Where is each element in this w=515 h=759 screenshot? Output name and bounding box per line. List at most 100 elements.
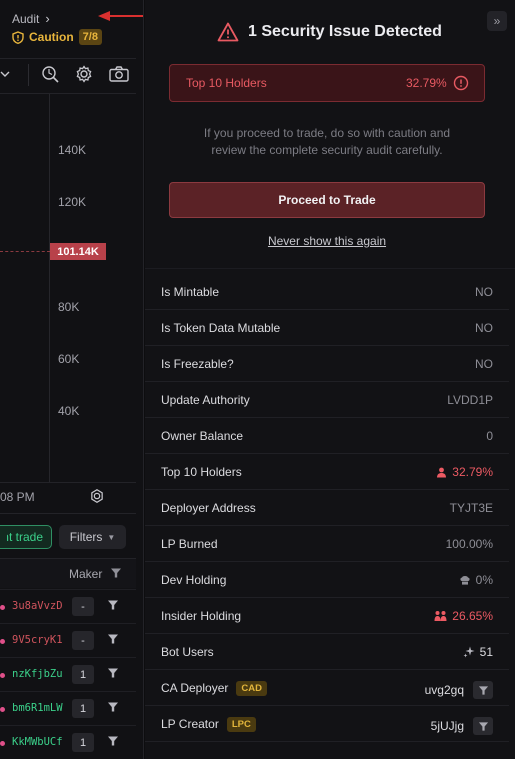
replay-search-icon[interactable] [41,65,59,83]
audit-row-value: 32.79% [436,465,493,479]
audit-row-label: Bot Users [161,645,214,659]
trade-warning-text: If you proceed to trade, do so with caut… [203,126,451,157]
trades-table-header: Maker [0,558,136,588]
red-arrow-annotation [98,11,143,21]
audit-row-ca-deployer: CA Deployer CAD uvg2gq [145,670,509,706]
price-line [0,251,50,252]
table-row[interactable]: 9V5cryK1 - [0,623,136,657]
audit-value-text[interactable]: 5jUJjg [431,719,464,733]
sell-indicator [0,673,5,678]
audit-value-text: NO [475,357,493,371]
table-row[interactable]: bm6R1mLW 1 [0,691,136,725]
sell-indicator [0,741,5,746]
cad-badge: CAD [236,681,267,696]
caution-status[interactable]: Caution 7/8 [12,29,102,45]
caution-score-badge: 7/8 [78,29,102,45]
axis-settings-icon[interactable] [89,488,105,504]
audit-label-text: CA Deployer [161,681,229,695]
audit-label: Audit [12,11,40,26]
filter-icon[interactable] [107,735,119,747]
security-alert-item: Top 10 Holders 32.79% [169,64,485,102]
audit-row-label: Top 10 Holders [161,465,242,479]
trade-count: - [72,631,94,650]
filters-button[interactable]: Filters ▼ [59,525,126,549]
table-row[interactable]: nzKfjbZu 1 [0,657,136,691]
audit-row-bot-users: Bot Users 51 [145,634,509,670]
double-chevron-right-icon: » [493,14,501,28]
audit-value-text: TYJT3E [449,501,493,515]
audit-row-deployer-address: Deployer Address TYJT3E [145,490,509,526]
audit-row-value: NO [475,357,493,371]
collapse-panel-button[interactable]: » [487,11,507,31]
maker-address[interactable]: 3u8aVvzD [12,600,63,612]
audit-row-value: NO [475,321,493,335]
audit-row-lp-burned: LP Burned 100.00% [145,526,509,562]
chef-hat-icon [460,575,470,585]
audit-row-dev-holding: Dev Holding 0% [145,562,509,598]
security-issue-title: 1 Security Issue Detected [248,23,442,40]
trade-count: 1 [72,699,94,718]
audit-row-value: 0% [459,573,493,587]
security-audit-panel: » 1 Security Issue Detected Top 10 Holde… [145,0,515,759]
table-row[interactable]: KkMWbUCf 1 [0,725,136,759]
maker-column-header: Maker [69,567,103,581]
chevron-right-icon: › [45,11,50,26]
divider [145,268,515,269]
audit-value-text[interactable]: uvg2gq [425,683,464,697]
audit-row-value: uvg2gq [425,681,493,699]
instant-trade-button[interactable]: Instant trade [0,525,52,549]
sparkle-icon [463,646,475,658]
audit-row-lp-creator: LP Creator LPC 5jUJjg [145,706,509,742]
gear-icon[interactable] [75,65,93,83]
audit-value-text: 51 [479,645,493,659]
audit-link[interactable]: Audit › [12,11,50,26]
filter-icon[interactable] [110,567,122,579]
audit-row-value[interactable]: TYJT3E [450,501,493,515]
trade-count: - [72,597,94,616]
filter-button[interactable] [473,681,493,699]
filter-icon[interactable] [107,701,119,713]
audit-row-freezable: Is Freezable? NO [145,346,509,382]
alert-item-label: Top 10 Holders [186,76,267,90]
audit-row-mintable: Is Mintable NO [145,274,509,310]
instant-trade-label: Instant trade [7,530,43,544]
sell-indicator [0,605,5,610]
maker-address[interactable]: KkMWbUCf [12,736,63,748]
audit-row-value[interactable]: LVDD1P [447,393,493,407]
audit-label-text: LP Creator [161,717,219,731]
audit-row-insider-holding: Insider Holding 26.65% [145,598,509,634]
table-row[interactable]: 3u8aVvzD - [0,589,136,623]
y-axis-tick: 120K [58,195,87,209]
insider-icon [434,611,447,621]
audit-row-token-data-mutable: Is Token Data Mutable NO [145,310,509,346]
filter-icon[interactable] [107,667,119,679]
audit-row-label: Is Mintable [161,285,220,299]
filter-button[interactable] [473,717,493,735]
never-show-again-label[interactable]: Never show this again [268,234,386,248]
price-axis-line [49,94,50,482]
divider [0,58,136,59]
audit-value-text: NO [475,321,493,335]
time-axis-label: 08 PM [0,490,35,504]
audit-row-owner-balance: Owner Balance 0 [145,418,509,454]
audit-row-value: NO [475,285,493,299]
audit-value-text: LVDD1P [447,393,493,407]
proceed-to-trade-button[interactable]: Proceed to Trade [169,182,485,218]
filter-icon [478,685,488,695]
chevron-down-icon[interactable] [0,70,10,78]
chart-panel: Audit › Caution 7/8 140K 120K 101.14K 80… [0,0,144,759]
user-icon [437,467,447,477]
filter-icon[interactable] [107,599,119,611]
maker-address[interactable]: bm6R1mLW [12,702,63,714]
warning-triangle-icon [217,22,239,42]
y-axis-tick: 60K [58,352,80,366]
security-issue-heading: 1 Security Issue Detected [217,22,442,42]
info-icon[interactable] [453,75,469,91]
audit-value-text: 100.00% [445,537,493,551]
filter-icon[interactable] [107,633,119,645]
audit-row-value: 51 [463,645,493,659]
maker-address[interactable]: nzKfjbZu [12,668,63,680]
chart-toolbar [0,62,136,90]
maker-address[interactable]: 9V5cryK1 [12,634,63,646]
camera-icon[interactable] [109,66,129,82]
